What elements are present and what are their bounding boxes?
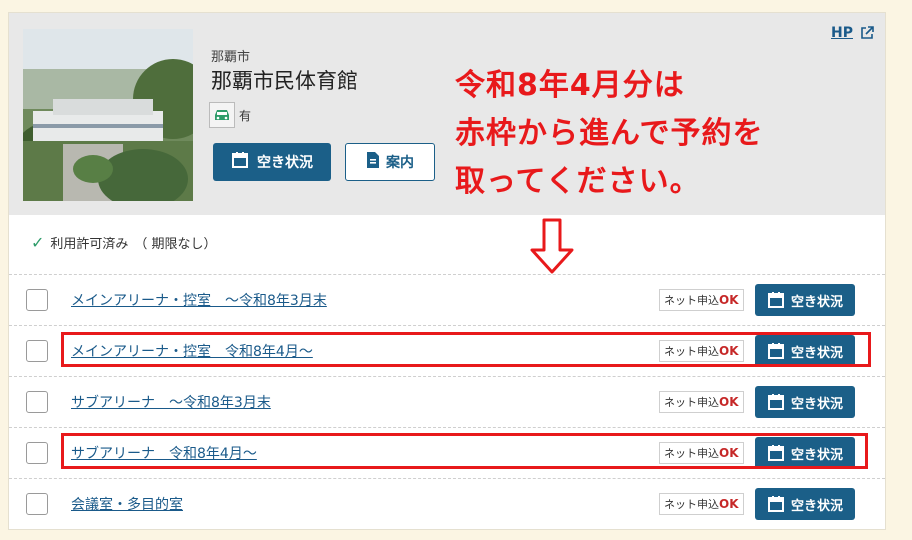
annotation-line: 取ってください。 xyxy=(455,164,701,199)
guide-button[interactable]: 案内 xyxy=(345,143,435,181)
parking-label: 有 xyxy=(239,108,252,123)
room-link[interactable]: メインアリーナ・控室 ～令和8年3月末 xyxy=(71,290,327,310)
room-row: メインアリーナ・控室 ～令和8年3月末 ネット申込OK 空き状況 xyxy=(9,274,885,325)
room-availability-button[interactable]: 空き状況 xyxy=(755,386,855,418)
availability-button[interactable]: 空き状況 xyxy=(213,143,331,181)
permit-status: ✓ 利用許可済み （ 期限なし） xyxy=(31,233,217,252)
net-application-badge: ネット申込OK xyxy=(659,289,744,311)
calendar-icon xyxy=(767,394,784,410)
highlight-box-main-arena xyxy=(61,332,871,367)
annotation-line: 赤枠から進んで予約を xyxy=(455,116,764,151)
permit-label: 利用許可済み xyxy=(50,237,129,252)
parking-info: 有 xyxy=(209,102,251,128)
hp-link[interactable]: HP xyxy=(831,25,853,41)
room-checkbox[interactable] xyxy=(26,493,48,515)
net-application-badge: ネット申込OK xyxy=(659,493,744,515)
highlight-box-sub-arena xyxy=(61,433,868,469)
annotation-line: 令和8年4月分は xyxy=(455,68,685,103)
room-availability-button[interactable]: 空き状況 xyxy=(755,488,855,520)
down-arrow-icon xyxy=(530,218,576,278)
external-link-icon xyxy=(860,25,874,44)
document-icon xyxy=(366,151,380,173)
room-checkbox[interactable] xyxy=(26,442,48,464)
facility-photo xyxy=(23,29,193,201)
permit-note: （ 期限なし） xyxy=(134,237,217,252)
room-checkbox[interactable] xyxy=(26,289,48,311)
calendar-icon xyxy=(231,151,249,173)
city-label: 那覇市 xyxy=(211,50,251,65)
room-list: メインアリーナ・控室 ～令和8年3月末 ネット申込OK 空き状況 メインアリーナ… xyxy=(9,274,885,529)
room-row: サブアリーナ ～令和8年3月末 ネット申込OK 空き状況 xyxy=(9,376,885,427)
facility-name: 那覇市民体育館 xyxy=(211,69,358,93)
net-application-badge: ネット申込OK xyxy=(659,391,744,413)
guide-button-label: 案内 xyxy=(386,155,414,171)
room-checkbox[interactable] xyxy=(26,340,48,362)
room-link[interactable]: サブアリーナ ～令和8年3月末 xyxy=(71,392,271,412)
calendar-icon xyxy=(767,292,784,308)
checkmark-icon: ✓ xyxy=(31,233,45,252)
room-row: 会議室・多目的室 ネット申込OK 空き状況 xyxy=(9,478,885,529)
room-link[interactable]: 会議室・多目的室 xyxy=(71,494,183,514)
calendar-icon xyxy=(767,496,784,512)
room-availability-button[interactable]: 空き状況 xyxy=(755,284,855,316)
availability-button-label: 空き状況 xyxy=(257,155,313,171)
car-icon xyxy=(209,102,235,128)
annotation-text: 令和8年4月分は 赤枠から進んで予約を 取ってください。 xyxy=(455,62,764,206)
room-checkbox[interactable] xyxy=(26,391,48,413)
